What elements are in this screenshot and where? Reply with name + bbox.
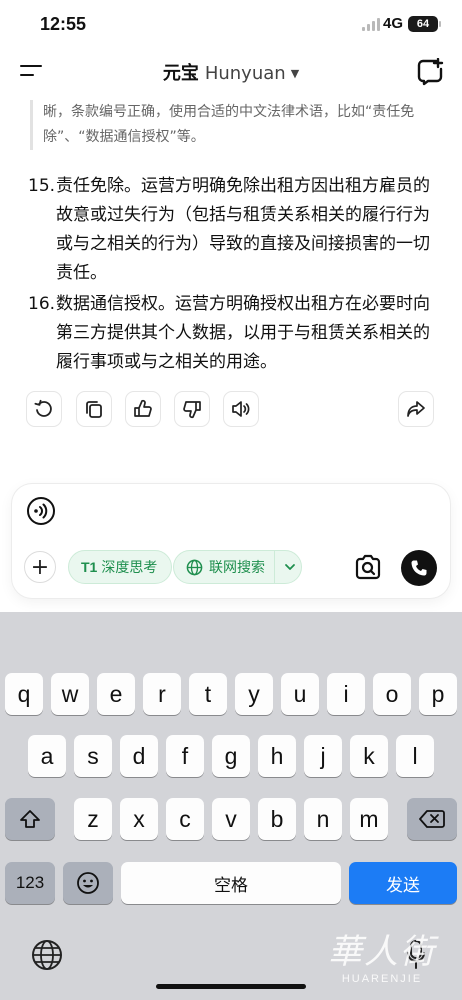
deep-think-label: 深度思考 — [101, 560, 158, 576]
caret-down-icon: ▼ — [290, 67, 300, 80]
globe-icon — [186, 559, 203, 575]
model-selector[interactable]: 元宝 Hunyuan ▼ — [0, 59, 462, 85]
key-x[interactable]: x — [120, 798, 158, 840]
refresh-icon — [34, 399, 52, 417]
list-item: 16. 数据通信授权。运营方明确授权出租方在必要时向第三方提供其个人数据，以用于… — [28, 290, 443, 377]
key-b[interactable]: b — [258, 798, 296, 840]
key-t[interactable]: t — [189, 673, 227, 715]
key-n[interactable]: n — [304, 798, 342, 840]
message-composer[interactable]: + T1 深度思考 联网搜索 — [12, 484, 450, 598]
emoji-key[interactable] — [63, 862, 113, 904]
deep-think-toggle[interactable]: T1 深度思考 — [68, 550, 172, 584]
voice-wave-icon[interactable] — [26, 496, 56, 526]
key-u[interactable]: u — [281, 673, 319, 715]
web-search-toggle[interactable]: 联网搜索 — [173, 550, 302, 584]
battery-level: 64 — [416, 18, 430, 30]
key-a[interactable]: a — [28, 735, 66, 777]
numbers-key[interactable]: 123 — [5, 862, 55, 904]
keyboard: q w e r t y u i o p a s d f g h j k l z … — [0, 612, 462, 1000]
key-s[interactable]: s — [74, 735, 112, 777]
key-p[interactable]: p — [419, 673, 457, 715]
key-g[interactable]: g — [212, 735, 250, 777]
shift-key[interactable] — [5, 798, 55, 840]
share-button[interactable] — [398, 391, 434, 427]
signal-icon — [362, 18, 380, 31]
web-search-label: 联网搜索 — [209, 560, 265, 576]
speaker-icon — [232, 401, 250, 417]
chevron-down-icon[interactable] — [282, 558, 298, 576]
thinking-quote: 晰，条款编号正确，使用合适的中文法律术语，比如“责任免除”、“数据通信授权”等。 — [30, 100, 435, 150]
key-w[interactable]: w — [51, 673, 89, 715]
key-v[interactable]: v — [212, 798, 250, 840]
dislike-button[interactable] — [174, 391, 210, 427]
globe-icon[interactable] — [30, 938, 64, 972]
key-o[interactable]: o — [373, 673, 411, 715]
key-h[interactable]: h — [258, 735, 296, 777]
key-m[interactable]: m — [350, 798, 388, 840]
key-f[interactable]: f — [166, 735, 204, 777]
key-q[interactable]: q — [5, 673, 43, 715]
new-chat-icon[interactable] — [416, 58, 444, 86]
shift-icon — [20, 810, 40, 828]
like-button[interactable] — [125, 391, 161, 427]
status-bar: 12:55 4G 64 — [0, 0, 462, 48]
emoji-icon — [77, 872, 99, 894]
send-key[interactable]: 发送 — [349, 862, 457, 904]
key-z[interactable]: z — [74, 798, 112, 840]
read-aloud-button[interactable] — [223, 391, 259, 427]
battery-icon: 64 — [408, 16, 441, 32]
plus-icon: + — [30, 554, 50, 580]
key-j[interactable]: j — [304, 735, 342, 777]
key-e[interactable]: e — [97, 673, 135, 715]
item-text: 责任免除。运营方明确免除出租方因出租方雇员的故意或过失行为（包括与租赁关系相关的… — [56, 176, 430, 283]
copy-button[interactable] — [76, 391, 112, 427]
key-r[interactable]: r — [143, 673, 181, 715]
list-item: 15. 责任免除。运营方明确免除出租方因出租方雇员的故意或过失行为（包括与租赁关… — [28, 172, 443, 288]
phone-icon — [411, 560, 427, 576]
add-attachment-button[interactable]: + — [24, 551, 56, 583]
item-text: 数据通信授权。运营方明确授权出租方在必要时向第三方提供其个人数据，以用于与租赁关… — [56, 294, 430, 372]
voice-call-button[interactable] — [401, 550, 437, 586]
message-actions — [26, 391, 438, 427]
item-number: 16. — [28, 294, 56, 314]
refresh-button[interactable] — [26, 391, 62, 427]
backspace-key[interactable] — [407, 798, 457, 840]
app-name: 元宝 — [162, 63, 199, 84]
camera-search-icon[interactable] — [352, 552, 384, 584]
key-l[interactable]: l — [396, 735, 434, 777]
watermark-logo: 華人街 HUARENJIE — [328, 932, 436, 985]
model-name: Hunyuan — [204, 63, 286, 84]
key-y[interactable]: y — [235, 673, 273, 715]
app-header: 元宝 Hunyuan ▼ — [0, 48, 462, 98]
share-icon — [407, 401, 425, 417]
deep-think-prefix: T1 — [81, 559, 98, 575]
copy-icon — [86, 401, 102, 418]
status-time: 12:55 — [40, 14, 87, 34]
key-c[interactable]: c — [166, 798, 204, 840]
thumbs-down-icon — [183, 401, 201, 419]
network-type: 4G — [383, 15, 404, 32]
backspace-icon — [419, 810, 445, 828]
key-d[interactable]: d — [120, 735, 158, 777]
key-i[interactable]: i — [327, 673, 365, 715]
space-key[interactable]: 空格 — [121, 862, 341, 904]
item-number: 15. — [28, 176, 56, 196]
thumbs-up-icon — [134, 399, 152, 417]
home-indicator[interactable] — [156, 984, 306, 989]
key-k[interactable]: k — [350, 735, 388, 777]
